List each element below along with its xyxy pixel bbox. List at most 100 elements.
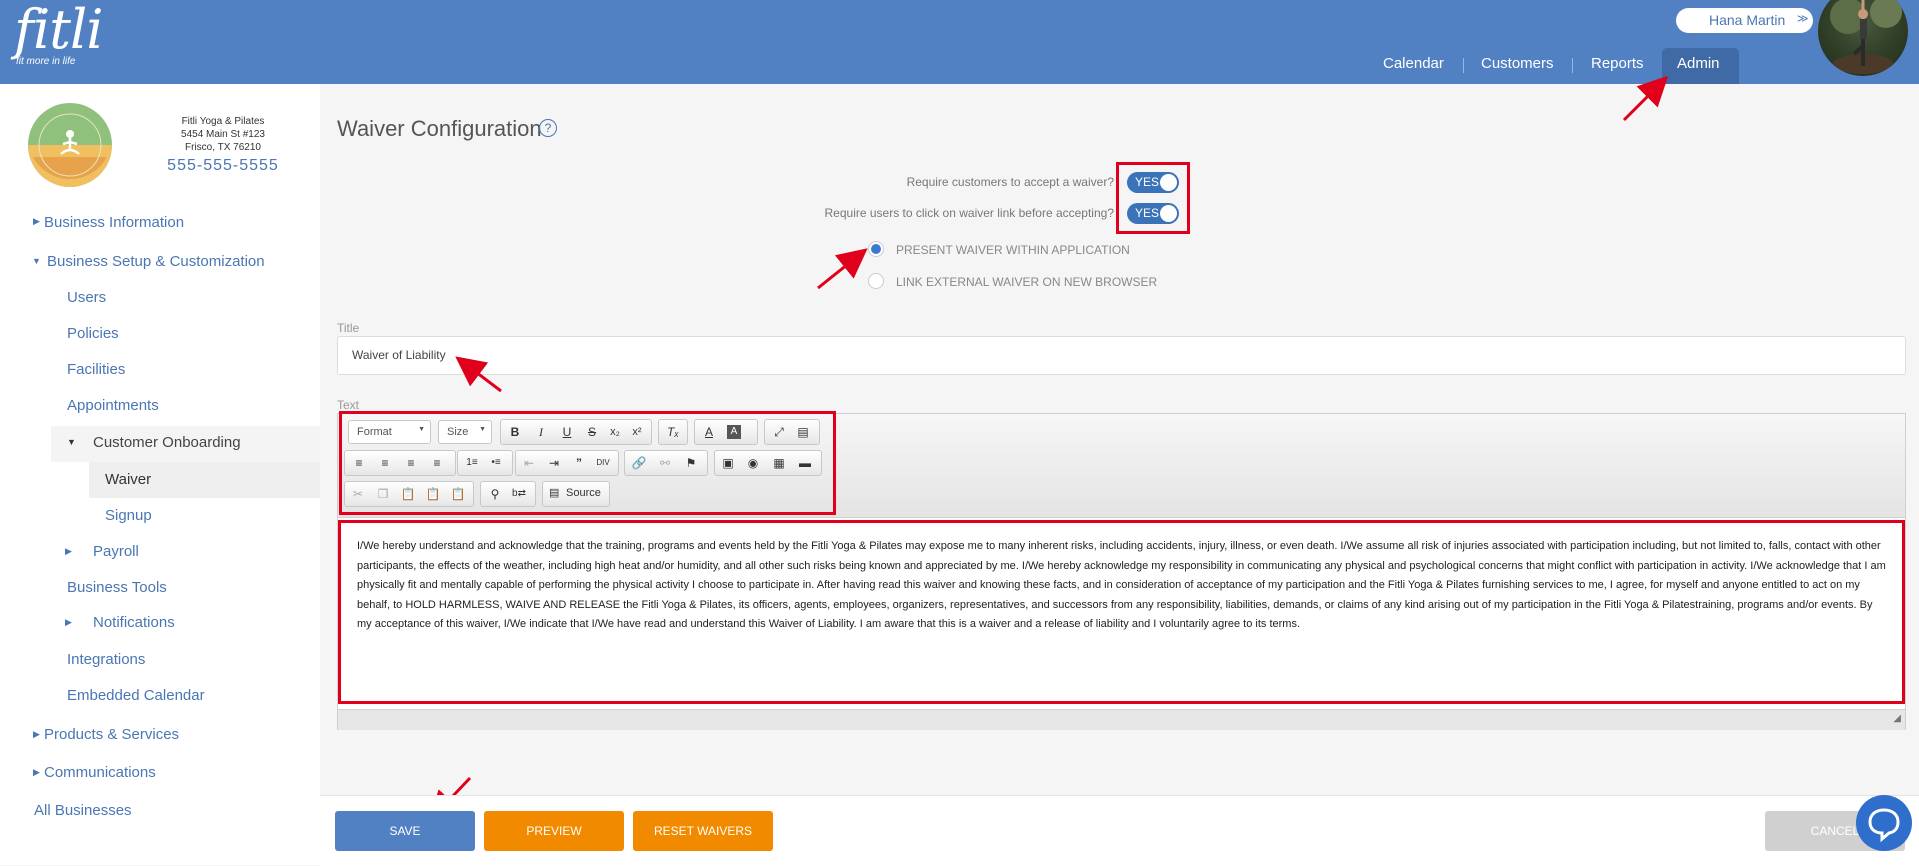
- indent-group: ⇤ ⇥ ” DIV: [515, 450, 619, 476]
- reset-waivers-button[interactable]: RESET WAIVERS: [633, 811, 773, 851]
- sidebar-item-business-information[interactable]: Business Information: [44, 214, 184, 231]
- sidebar-item-policies[interactable]: Policies: [67, 325, 119, 342]
- align-center-icon[interactable]: ≡: [375, 454, 395, 472]
- copy-icon[interactable]: ❐: [373, 485, 393, 503]
- resize-handle-icon[interactable]: ◢: [1893, 713, 1901, 724]
- link-external-radio[interactable]: [868, 273, 884, 289]
- caret-down-icon: ▼: [418, 426, 425, 433]
- chevron-double-down-icon: ≫: [1797, 13, 1809, 25]
- bold-icon[interactable]: B: [505, 423, 525, 441]
- avatar[interactable]: [1818, 0, 1908, 76]
- sidebar-item-business-setup[interactable]: Business Setup & Customization: [47, 253, 265, 270]
- user-name: Hana Martin: [1709, 12, 1786, 28]
- image-icon[interactable]: ▣: [718, 454, 738, 472]
- background-color-icon[interactable]: A: [727, 425, 741, 439]
- remove-format-icon[interactable]: Tₓ: [663, 423, 683, 441]
- sidebar-item-waiver[interactable]: Waiver: [89, 462, 320, 498]
- blockquote-icon[interactable]: ”: [569, 454, 589, 472]
- sidebar-item-integrations[interactable]: Integrations: [67, 651, 145, 668]
- nav-admin-tab[interactable]: Admin: [1662, 48, 1739, 84]
- paste-word-icon[interactable]: 📋: [448, 485, 468, 503]
- table-icon[interactable]: ▦: [769, 454, 789, 472]
- numbered-list-icon[interactable]: 1≡: [462, 454, 482, 472]
- sidebar-item-business-tools[interactable]: Business Tools: [67, 579, 167, 596]
- size-dropdown[interactable]: Size ▼: [438, 420, 492, 444]
- sidebar-item-customer-onboarding[interactable]: ▼ Customer Onboarding: [51, 426, 320, 462]
- strikethrough-icon[interactable]: S: [582, 423, 602, 441]
- maximize-icon[interactable]: ⤢: [769, 423, 789, 441]
- editor-toolbar: Format ▼ Size ▼ B I U S x₂ x² Tₓ A A ⤢ ▤…: [338, 414, 1905, 518]
- toggle-value: YES: [1135, 206, 1160, 220]
- size-label: Size: [447, 426, 469, 438]
- format-dropdown[interactable]: Format ▼: [348, 420, 431, 444]
- sidebar: Fitli Yoga & Pilates 5454 Main St #123 F…: [0, 84, 320, 865]
- underline-icon[interactable]: U: [557, 423, 577, 441]
- nav-admin-label: Admin: [1677, 55, 1720, 72]
- caret-right-icon: ▶: [65, 546, 72, 556]
- superscript-icon[interactable]: x²: [627, 423, 647, 441]
- business-logo: [28, 103, 112, 187]
- caret-right-icon: ▶: [33, 729, 40, 739]
- sidebar-item-users[interactable]: Users: [67, 289, 106, 306]
- sidebar-item-all-businesses[interactable]: All Businesses: [34, 802, 132, 819]
- sidebar-item-signup[interactable]: Signup: [105, 507, 152, 524]
- question-circle-icon[interactable]: ?: [539, 119, 557, 137]
- subscript-icon[interactable]: x₂: [605, 423, 625, 441]
- business-address: Fitli Yoga & Pilates 5454 Main St #123 F…: [150, 115, 296, 154]
- sidebar-item-label: Waiver: [105, 471, 152, 488]
- link-external-label[interactable]: LINK EXTERNAL WAIVER ON NEW BROWSER: [896, 275, 1157, 289]
- waiver-body-text[interactable]: I/We hereby understand and acknowledge t…: [357, 537, 1887, 635]
- paste-icon[interactable]: 📋: [398, 485, 418, 503]
- source-file-icon: ▤: [549, 487, 560, 499]
- business-phone[interactable]: 555-555-5555: [150, 157, 296, 175]
- sidebar-item-appointments[interactable]: Appointments: [67, 397, 159, 414]
- chat-widget-button[interactable]: [1856, 795, 1912, 851]
- source-button[interactable]: ▤ Source: [542, 481, 610, 507]
- title-input-value: Waiver of Liability: [352, 348, 446, 362]
- create-div-icon[interactable]: DIV: [593, 454, 613, 472]
- present-waiver-label[interactable]: PRESENT WAIVER WITHIN APPLICATION: [896, 243, 1130, 257]
- sidebar-item-payroll[interactable]: Payroll: [93, 543, 139, 560]
- italic-icon[interactable]: I: [531, 423, 551, 441]
- toggle-knob: [1160, 174, 1177, 191]
- align-right-icon[interactable]: ≡: [401, 454, 421, 472]
- bulleted-list-icon[interactable]: •≡: [486, 454, 506, 472]
- anchor-flag-icon[interactable]: ⚑: [681, 454, 701, 472]
- show-blocks-icon[interactable]: ▤: [793, 423, 813, 441]
- sidebar-item-embedded-calendar[interactable]: Embedded Calendar: [67, 687, 205, 704]
- align-left-icon[interactable]: ≡: [349, 454, 369, 472]
- sidebar-item-notifications[interactable]: Notifications: [93, 614, 175, 631]
- horizontal-rule-icon[interactable]: ▬: [795, 454, 815, 472]
- replace-icon[interactable]: b⇄: [509, 485, 529, 503]
- save-button[interactable]: SAVE: [335, 811, 475, 851]
- sidebar-item-products-services[interactable]: Products & Services: [44, 726, 179, 743]
- nav-divider: [1463, 58, 1464, 73]
- require-click-toggle[interactable]: YES: [1127, 203, 1179, 224]
- caret-down-icon: ▼: [67, 437, 76, 447]
- present-waiver-radio[interactable]: [868, 241, 884, 257]
- caret-right-icon: ▶: [65, 617, 72, 627]
- sidebar-item-facilities[interactable]: Facilities: [67, 361, 125, 378]
- business-name: Fitli Yoga & Pilates: [181, 116, 265, 127]
- nav-customers[interactable]: Customers: [1481, 55, 1554, 72]
- cut-icon[interactable]: ✂: [348, 485, 368, 503]
- flash-icon[interactable]: ◉: [743, 454, 763, 472]
- fitli-logo[interactable]: fitli: [14, 0, 103, 61]
- search-icon[interactable]: ⚲: [485, 485, 505, 503]
- user-menu[interactable]: Hana Martin ≫: [1676, 8, 1813, 33]
- unlink-icon[interactable]: ⚯: [655, 454, 675, 472]
- text-color-icon[interactable]: A: [699, 423, 719, 441]
- require-accept-toggle[interactable]: YES: [1127, 172, 1179, 193]
- preview-button[interactable]: PREVIEW: [484, 811, 624, 851]
- sidebar-item-communications[interactable]: Communications: [44, 764, 156, 781]
- nav-calendar[interactable]: Calendar: [1383, 55, 1444, 72]
- paste-text-icon[interactable]: 📋: [423, 485, 443, 503]
- indent-icon[interactable]: ⇥: [544, 454, 564, 472]
- nav-reports[interactable]: Reports: [1591, 55, 1644, 72]
- list-group: 1≡ •≡: [457, 450, 513, 476]
- align-justify-icon[interactable]: ≡: [427, 454, 447, 472]
- link-group: 🔗 ⚯ ⚑: [624, 450, 708, 476]
- link-icon[interactable]: 🔗: [629, 454, 649, 472]
- outdent-icon[interactable]: ⇤: [519, 454, 539, 472]
- title-input[interactable]: Waiver of Liability: [337, 336, 1906, 375]
